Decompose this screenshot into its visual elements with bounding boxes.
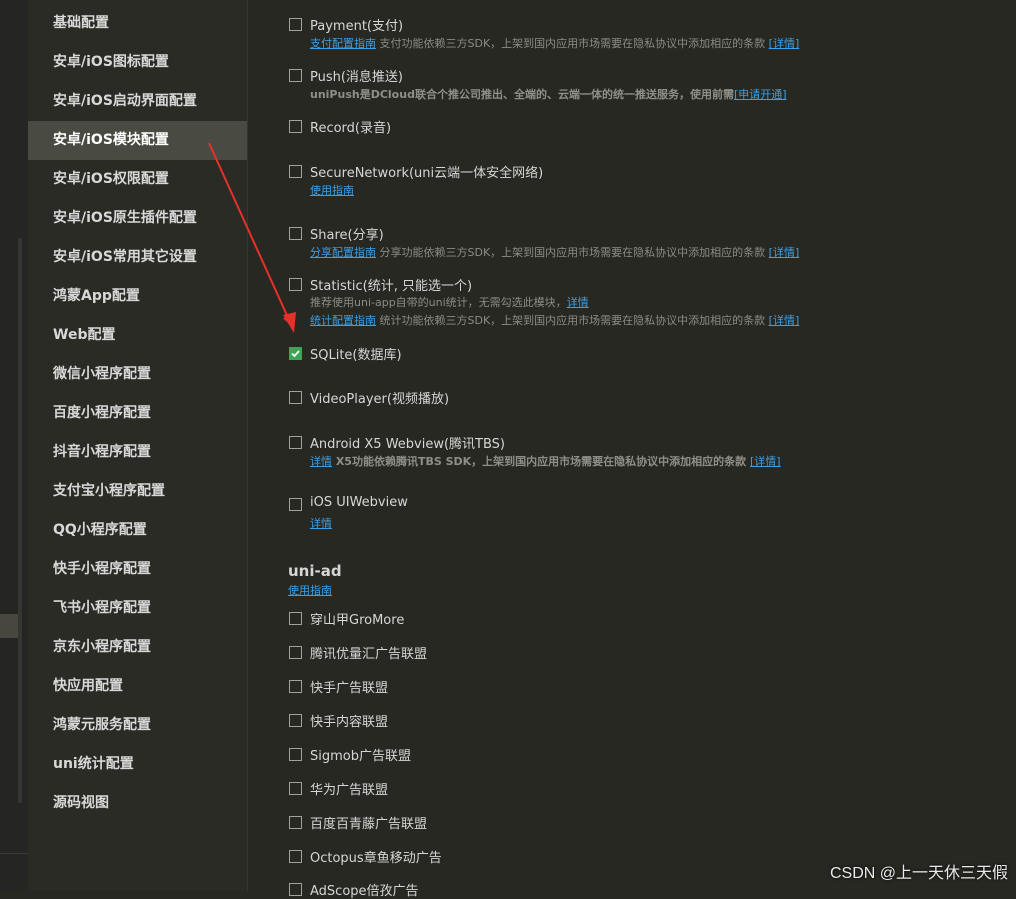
sidebar-item-weixin[interactable]: 微信小程序配置 <box>28 355 247 394</box>
sidebar-item-douyin[interactable]: 抖音小程序配置 <box>28 433 247 472</box>
sidebar-item-permissions[interactable]: 安卓/iOS权限配置 <box>28 160 247 199</box>
uniad-checkbox[interactable] <box>289 646 302 659</box>
sidebar-item-harmony-app[interactable]: 鸿蒙App配置 <box>28 277 247 316</box>
securenetwork-guide-link[interactable]: 使用指南 <box>310 184 354 197</box>
sidebar-item-jd[interactable]: 京东小程序配置 <box>28 628 247 667</box>
push-apply-link[interactable]: [申请开通] <box>734 88 787 101</box>
uniad-label: 华为广告联盟 <box>310 783 389 798</box>
uniad-label: AdScope倍孜广告 <box>310 884 419 899</box>
description-text: 支付功能依赖三方SDK，上架到国内应用市场需要在隐私协议中添加相应的条款 <box>376 37 769 50</box>
sidebar-item-qq[interactable]: QQ小程序配置 <box>28 511 247 550</box>
description-text: 统计功能依赖三方SDK，上架到国内应用市场需要在隐私协议中添加相应的条款 <box>376 314 769 327</box>
sidebar-item-basic[interactable]: 基础配置 <box>28 4 247 43</box>
uiwebview-checkbox[interactable] <box>289 498 302 511</box>
payment-guide-link[interactable]: 支付配置指南 <box>310 37 376 50</box>
x5-detail-link[interactable]: 详情 <box>310 455 332 468</box>
sqlite-checkbox[interactable] <box>289 347 302 360</box>
payment-checkbox[interactable] <box>289 18 302 31</box>
uniad-label: 快手内容联盟 <box>310 715 389 730</box>
module-description: 详情 X5功能依赖腾讯TBS SDK，上架到国内应用市场需要在隐私协议中添加相应… <box>310 453 781 469</box>
module-label: Push(消息推送) <box>310 70 404 85</box>
uniad-checkbox[interactable] <box>289 680 302 693</box>
securenetwork-checkbox[interactable] <box>289 165 302 178</box>
uniad-guide-link[interactable]: 使用指南 <box>288 582 332 598</box>
sidebar-item-web[interactable]: Web配置 <box>28 316 247 355</box>
sidebar-item-splash[interactable]: 安卓/iOS启动界面配置 <box>28 82 247 121</box>
module-label: SQLite(数据库) <box>310 348 402 363</box>
x5-detail-link-2[interactable]: [详情] <box>750 455 781 468</box>
uniad-checkbox[interactable] <box>289 748 302 761</box>
module-label: Record(录音) <box>310 121 392 136</box>
description-text: uniPush是DCloud联合个推公司推出、全端的、云端一体的统一推送服务，使… <box>310 88 734 101</box>
sidebar-item-feishu[interactable]: 飞书小程序配置 <box>28 589 247 628</box>
payment-detail-link[interactable]: [详情] <box>769 37 800 50</box>
share-detail-link[interactable]: [详情] <box>769 246 800 259</box>
uniad-checkbox[interactable] <box>289 612 302 625</box>
sidebar-item-source-view[interactable]: 源码视图 <box>28 784 247 823</box>
gutter-highlight <box>0 614 18 638</box>
uniad-checkbox[interactable] <box>289 850 302 863</box>
uniad-label: Octopus章鱼移动广告 <box>310 851 442 866</box>
sidebar-item-quickapp[interactable]: 快应用配置 <box>28 667 247 706</box>
module-label: Android X5 Webview(腾讯TBS) <box>310 437 506 452</box>
uniad-checkbox[interactable] <box>289 816 302 829</box>
description-text: 分享功能依赖三方SDK，上架到国内应用市场需要在隐私协议中添加相应的条款 <box>376 246 769 259</box>
sidebar-item-other-settings[interactable]: 安卓/iOS常用其它设置 <box>28 238 247 277</box>
statistic-note-link[interactable]: 详情 <box>567 296 589 309</box>
uniad-checkbox[interactable] <box>289 714 302 727</box>
module-label: SecureNetwork(uni云端一体安全网络) <box>310 166 544 181</box>
sidebar-item-alipay[interactable]: 支付宝小程序配置 <box>28 472 247 511</box>
module-description: 详情 <box>310 515 332 531</box>
module-label: VideoPlayer(视频播放) <box>310 392 450 407</box>
sidebar-item-modules[interactable]: 安卓/iOS模块配置 <box>28 121 247 160</box>
sidebar-item-native-plugins[interactable]: 安卓/iOS原生插件配置 <box>28 199 247 238</box>
module-description: 统计配置指南 统计功能依赖三方SDK，上架到国内应用市场需要在隐私协议中添加相应… <box>310 312 799 328</box>
module-settings-panel: Payment(支付) 支付配置指南 支付功能依赖三方SDK，上架到国内应用市场… <box>248 0 1016 899</box>
uniad-label: 腾讯优量汇广告联盟 <box>310 647 428 662</box>
share-checkbox[interactable] <box>289 227 302 240</box>
module-description: uniPush是DCloud联合个推公司推出、全端的、云端一体的统一推送服务，使… <box>310 86 787 102</box>
record-checkbox[interactable] <box>289 120 302 133</box>
module-label: Payment(支付) <box>310 19 404 34</box>
uniad-checkbox[interactable] <box>289 782 302 795</box>
module-description: 分享配置指南 分享功能依赖三方SDK，上架到国内应用市场需要在隐私协议中添加相应… <box>310 244 799 260</box>
statistic-guide-link[interactable]: 统计配置指南 <box>310 314 376 327</box>
x5-checkbox[interactable] <box>289 436 302 449</box>
module-label: iOS UIWebview <box>310 495 408 510</box>
uniad-label: 百度百青藤广告联盟 <box>310 817 428 832</box>
module-description: 支付配置指南 支付功能依赖三方SDK，上架到国内应用市场需要在隐私协议中添加相应… <box>310 35 799 51</box>
editor-gutter <box>0 0 28 891</box>
module-label: Share(分享) <box>310 228 384 243</box>
sidebar-item-app-icon[interactable]: 安卓/iOS图标配置 <box>28 43 247 82</box>
videoplayer-checkbox[interactable] <box>289 391 302 404</box>
uniad-checkbox[interactable] <box>289 883 302 896</box>
statistic-checkbox[interactable] <box>289 278 302 291</box>
statistic-detail-link[interactable]: [详情] <box>769 314 800 327</box>
sidebar-item-baidu[interactable]: 百度小程序配置 <box>28 394 247 433</box>
description-text: X5功能依赖腾讯TBS SDK，上架到国内应用市场需要在隐私协议中添加相应的条款 <box>332 455 751 468</box>
sidebar-item-harmony-atomic[interactable]: 鸿蒙元服务配置 <box>28 706 247 745</box>
module-label: Statistic(统计, 只能选一个) <box>310 279 473 294</box>
uniad-section-title: uni-ad <box>288 562 342 580</box>
watermark: CSDN @上一天休三天假 <box>829 865 1008 882</box>
sidebar-item-uni-stat[interactable]: uni统计配置 <box>28 745 247 784</box>
note-text: 推荐使用uni-app自带的uni统计，无需勾选此模块， <box>310 296 567 309</box>
uiwebview-detail-link[interactable]: 详情 <box>310 517 332 530</box>
gutter-scrollbar[interactable] <box>18 238 22 803</box>
module-description: 使用指南 <box>310 182 354 198</box>
gutter-divider <box>0 853 28 854</box>
uniad-label: 穿山甲GroMore <box>310 613 405 628</box>
module-note: 推荐使用uni-app自带的uni统计，无需勾选此模块，详情 <box>310 294 589 310</box>
sidebar-item-kuaishou[interactable]: 快手小程序配置 <box>28 550 247 589</box>
share-guide-link[interactable]: 分享配置指南 <box>310 246 376 259</box>
checkmark-icon <box>291 350 300 358</box>
uniad-label: 快手广告联盟 <box>310 681 389 696</box>
settings-sidebar: 基础配置 安卓/iOS图标配置 安卓/iOS启动界面配置 安卓/iOS模块配置 … <box>28 0 248 891</box>
uniad-label: Sigmob广告联盟 <box>310 749 411 764</box>
push-checkbox[interactable] <box>289 69 302 82</box>
